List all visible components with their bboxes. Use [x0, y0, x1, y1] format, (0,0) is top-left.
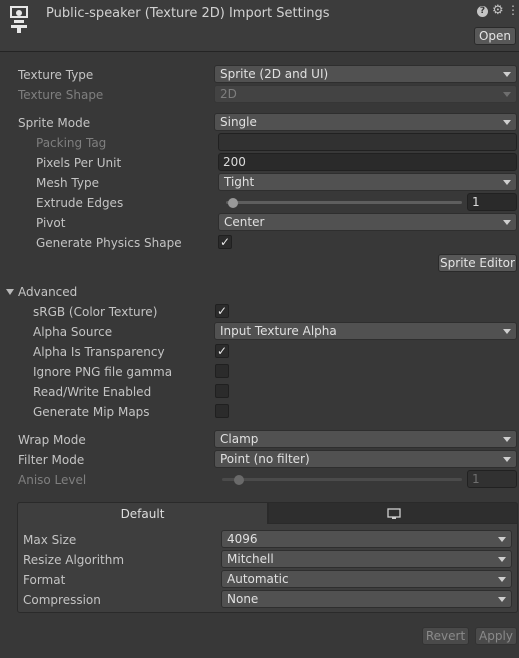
alpha-is-transparency-label: Alpha Is Transparency	[33, 345, 165, 359]
chevron-down-icon	[503, 437, 511, 442]
generate-physics-shape-label: Generate Physics Shape	[36, 236, 182, 250]
chevron-down-icon	[503, 220, 511, 225]
mesh-type-value: Tight	[224, 175, 255, 189]
ignore-png-gamma-label: Ignore PNG file gamma	[33, 365, 173, 379]
inspector-header: Public-speaker (Texture 2D) Import Setti…	[0, 0, 519, 52]
extrude-edges-label: Extrude Edges	[36, 196, 124, 210]
ignore-png-gamma-checkbox[interactable]	[215, 364, 229, 378]
mesh-type-dropdown[interactable]: Tight	[218, 173, 517, 191]
wrap-mode-label: Wrap Mode	[18, 433, 86, 447]
tab-standalone[interactable]	[268, 502, 518, 524]
texture-shape-value: 2D	[220, 87, 237, 101]
pixels-per-unit-label: Pixels Per Unit	[36, 156, 122, 170]
format-dropdown[interactable]: Automatic	[221, 570, 512, 588]
filter-mode-label: Filter Mode	[18, 453, 85, 467]
wrap-mode-dropdown[interactable]: Clamp	[214, 430, 517, 448]
aniso-level-field: 1	[467, 470, 517, 488]
alpha-source-value: Input Texture Alpha	[220, 324, 337, 338]
sprite-mode-dropdown[interactable]: Single	[214, 113, 517, 131]
texture-type-dropdown[interactable]: Sprite (2D and UI)	[214, 65, 517, 83]
chevron-down-icon	[503, 120, 511, 125]
alpha-is-transparency-checkbox[interactable]: ✓	[215, 344, 229, 358]
srgb-checkbox[interactable]: ✓	[215, 304, 229, 318]
generate-physics-shape-checkbox[interactable]: ✓	[218, 235, 232, 249]
max-size-value: 4096	[227, 532, 258, 546]
chevron-down-icon	[498, 557, 506, 562]
compression-value: None	[227, 592, 259, 606]
apply-button[interactable]: Apply	[475, 627, 517, 645]
revert-button[interactable]: Revert	[422, 627, 469, 645]
format-label: Format	[23, 573, 66, 587]
kebab-menu-icon[interactable]: ⋮	[507, 3, 519, 17]
format-value: Automatic	[227, 572, 289, 586]
srgb-label: sRGB (Color Texture)	[33, 305, 158, 319]
mesh-type-label: Mesh Type	[36, 176, 99, 190]
texture-type-label: Texture Type	[18, 68, 94, 82]
help-icon[interactable]: ?	[477, 6, 488, 17]
texture-type-value: Sprite (2D and UI)	[220, 67, 329, 81]
pivot-value: Center	[224, 215, 265, 229]
foldout-arrow-icon[interactable]	[6, 289, 14, 295]
filter-mode-value: Point (no filter)	[220, 452, 310, 466]
chevron-down-icon	[503, 92, 511, 97]
chevron-down-icon	[503, 457, 511, 462]
sprite-mode-label: Sprite Mode	[18, 116, 91, 130]
filter-mode-dropdown[interactable]: Point (no filter)	[214, 450, 517, 468]
chevron-down-icon	[503, 72, 511, 77]
resize-algorithm-label: Resize Algorithm	[23, 553, 125, 567]
read-write-enabled-label: Read/Write Enabled	[33, 385, 152, 399]
texture-asset-icon	[10, 6, 28, 33]
sprite-editor-button[interactable]: Sprite Editor	[438, 254, 517, 272]
extrude-edges-slider-thumb[interactable]	[228, 198, 239, 208]
chevron-down-icon	[503, 329, 511, 334]
chevron-down-icon	[498, 577, 506, 582]
advanced-foldout-label[interactable]: Advanced	[18, 284, 77, 300]
max-size-label: Max Size	[23, 533, 77, 547]
wrap-mode-value: Clamp	[220, 432, 259, 446]
pivot-dropdown[interactable]: Center	[218, 213, 517, 231]
monitor-icon	[387, 508, 401, 519]
packing-tag-label: Packing Tag	[36, 136, 107, 150]
max-size-dropdown[interactable]: 4096	[221, 530, 512, 548]
alpha-source-dropdown[interactable]: Input Texture Alpha	[214, 322, 517, 340]
pixels-per-unit-field[interactable]: 200	[218, 153, 517, 171]
aniso-level-label: Aniso Level	[18, 473, 87, 487]
packing-tag-field	[218, 133, 517, 151]
resize-algorithm-dropdown[interactable]: Mitchell	[221, 550, 512, 568]
pivot-label: Pivot	[36, 216, 66, 230]
compression-label: Compression	[23, 593, 101, 607]
chevron-down-icon	[498, 597, 506, 602]
texture-shape-dropdown: 2D	[214, 85, 517, 103]
chevron-down-icon	[498, 537, 506, 542]
tab-default[interactable]: Default	[17, 502, 268, 524]
gear-icon[interactable]: ⚙	[492, 3, 504, 18]
extrude-edges-field[interactable]: 1	[467, 193, 517, 211]
chevron-down-icon	[503, 180, 511, 185]
aniso-level-slider	[222, 478, 462, 481]
resize-algorithm-value: Mitchell	[227, 552, 274, 566]
sprite-mode-value: Single	[220, 115, 257, 129]
read-write-enabled-checkbox[interactable]	[215, 384, 229, 398]
open-button[interactable]: Open	[474, 27, 516, 45]
aniso-level-slider-thumb	[233, 475, 244, 485]
texture-shape-label: Texture Shape	[18, 88, 104, 102]
extrude-edges-slider[interactable]	[226, 201, 462, 204]
compression-dropdown[interactable]: None	[221, 590, 512, 608]
generate-mip-maps-checkbox[interactable]	[215, 404, 229, 418]
alpha-source-label: Alpha Source	[33, 325, 113, 339]
inspector-title: Public-speaker (Texture 2D) Import Setti…	[46, 6, 330, 21]
generate-mip-maps-label: Generate Mip Maps	[33, 405, 150, 419]
